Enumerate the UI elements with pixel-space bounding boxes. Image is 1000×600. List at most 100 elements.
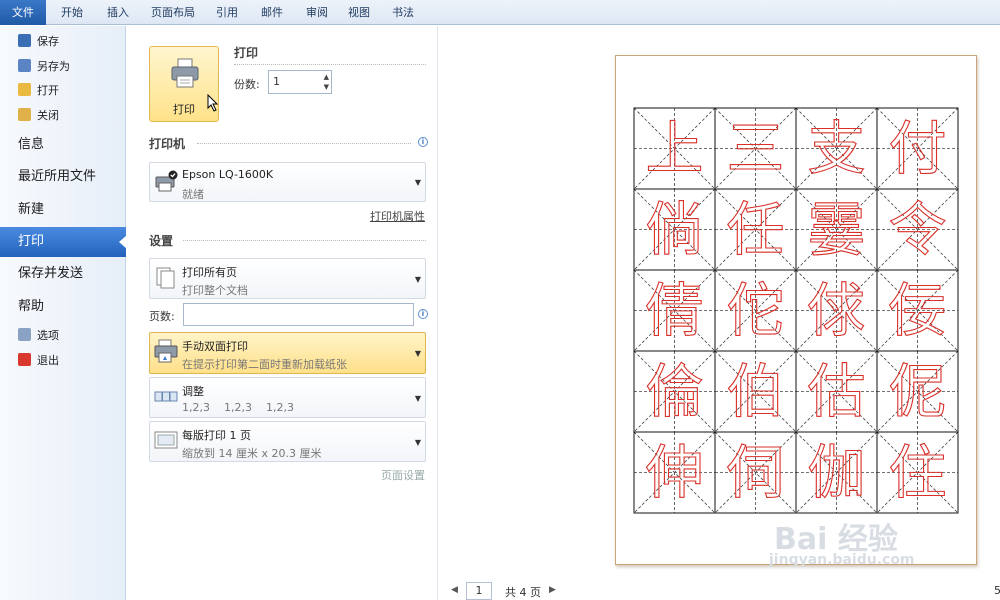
printer-name: Epson LQ-1600K — [182, 168, 274, 181]
nav-recent[interactable]: 最近所用文件 — [0, 162, 126, 192]
page-setup-link[interactable]: 页面设置 — [381, 467, 425, 483]
practice-character: 霎 — [807, 196, 865, 264]
nav-exit[interactable]: 退出 — [18, 350, 59, 372]
chevron-down-icon: ▼ — [414, 349, 421, 358]
pages-info-icon[interactable]: i — [418, 309, 428, 319]
ribbon-tab-bar: 文件 开始 插入 页面布局 引用 邮件 审阅 视图 书法 — [0, 0, 1000, 25]
tab-file[interactable]: 文件 — [0, 0, 46, 25]
practice-character: 佞 — [888, 277, 946, 345]
practice-character: 支 — [807, 115, 865, 183]
baidu-watermark-url: jingyan.baidu.com — [769, 552, 915, 568]
backstage-nav: 保存 另存为 打开 关闭 信息 最近所用文件 新建 打印 保存并发送 帮助 选项… — [0, 26, 127, 600]
nav-options[interactable]: 选项 — [18, 325, 59, 347]
nav-new[interactable]: 新建 — [0, 195, 126, 225]
calligraphy-grid: 上三支付倘任霎令倩佗俅佞倫伯估伲伸伺伽住 — [633, 107, 959, 514]
pages-label: 页数: — [149, 310, 175, 323]
practice-character: 伯 — [726, 358, 784, 426]
close-folder-icon — [18, 108, 31, 121]
nav-options-label: 选项 — [37, 329, 59, 342]
print-preview-pane: 上三支付倘任霎令倩佗俅佞倫伯估伲伸伺伽住 Bai 经验 jingyan.baid… — [439, 26, 1000, 600]
nav-print[interactable]: 打印 — [0, 227, 127, 257]
nav-save-as[interactable]: 另存为 — [18, 56, 70, 78]
nav-save-label: 保存 — [37, 35, 59, 48]
nav-close-label: 关闭 — [37, 109, 59, 122]
practice-character: 倘 — [645, 196, 703, 264]
pages-per-sheet-title: 每版打印 1 页 — [182, 429, 251, 442]
practice-character: 任 — [726, 196, 784, 264]
printer-icon — [171, 58, 199, 88]
practice-character: 三 — [726, 115, 784, 183]
print-range-sub: 打印整个文档 — [182, 284, 248, 297]
page-per-sheet-icon — [154, 431, 178, 449]
nav-exit-label: 退出 — [37, 354, 59, 367]
copies-value: 1 — [273, 75, 280, 88]
settings-header-divider — [183, 240, 426, 241]
exit-icon — [18, 353, 31, 366]
practice-character: 付 — [888, 115, 946, 183]
printer-info-icon[interactable]: i — [418, 137, 428, 147]
nav-save[interactable]: 保存 — [18, 31, 59, 53]
save-as-icon — [18, 59, 31, 72]
chevron-down-icon: ▼ — [414, 178, 421, 187]
practice-character: 倫 — [645, 358, 703, 426]
pages-per-sheet-sub: 缩放到 14 厘米 x 20.3 厘米 — [182, 447, 322, 460]
printer-ready-icon — [155, 170, 178, 192]
printer-header-divider — [197, 143, 411, 144]
tab-calligraphy[interactable]: 书法 — [383, 0, 423, 25]
nav-info[interactable]: 信息 — [0, 130, 126, 160]
print-range-select[interactable]: 打印所有页 打印整个文档 ▼ — [149, 258, 426, 299]
printer-select[interactable]: Epson LQ-1600K 就绪 ▼ — [149, 162, 426, 202]
pages-input[interactable] — [183, 303, 414, 326]
tab-view[interactable]: 视图 — [339, 0, 379, 25]
chevron-down-icon: ▼ — [414, 274, 421, 284]
duplex-select[interactable]: 手动双面打印 在提示打印第二面时重新加载纸张 ▼ — [149, 332, 426, 374]
practice-character: 佗 — [726, 277, 784, 345]
nav-open-label: 打开 — [37, 84, 59, 97]
print-header: 打印 — [234, 46, 259, 60]
tab-references[interactable]: 引用 — [207, 0, 247, 25]
settings-header: 设置 — [149, 234, 174, 248]
options-icon — [18, 328, 31, 341]
tab-insert[interactable]: 插入 — [98, 0, 138, 25]
practice-character: 伸 — [645, 439, 703, 507]
chevron-down-icon: ▼ — [414, 393, 421, 403]
copies-label: 份数: — [234, 78, 260, 91]
next-page-icon[interactable]: ▶ — [549, 585, 556, 595]
duplex-sub: 在提示打印第二面时重新加载纸张 — [182, 358, 347, 371]
chevron-down-icon: ▼ — [414, 437, 421, 447]
practice-character: 估 — [807, 358, 865, 426]
zoom-level: 5 — [994, 584, 1000, 597]
current-page-input[interactable]: 1 — [466, 582, 492, 600]
pages-per-sheet-select[interactable]: 每版打印 1 页 缩放到 14 厘米 x 20.3 厘米 ▼ — [149, 421, 426, 462]
tab-home[interactable]: 开始 — [52, 0, 92, 25]
total-pages: 共 4 页 — [505, 586, 541, 599]
printer-status: 就绪 — [182, 188, 204, 201]
nav-save-as-label: 另存为 — [37, 60, 70, 73]
duplex-title: 手动双面打印 — [182, 340, 248, 353]
nav-close[interactable]: 关闭 — [18, 105, 59, 127]
mouse-cursor-icon — [207, 94, 219, 112]
collate-select[interactable]: 调整 1,2,3 1,2,3 1,2,3 ▼ — [149, 377, 426, 418]
printer-properties-link[interactable]: 打印机属性 — [370, 208, 425, 224]
tab-review[interactable]: 审阅 — [297, 0, 337, 25]
stepper-down-icon[interactable]: ▼ — [324, 83, 329, 91]
printer-header: 打印机 — [149, 137, 186, 151]
preview-page: 上三支付倘任霎令倩佗俅佞倫伯估伲伸伺伽住 — [615, 55, 977, 565]
nav-save-send[interactable]: 保存并发送 — [0, 259, 126, 289]
collate-sub: 1,2,3 1,2,3 1,2,3 — [182, 401, 294, 414]
practice-character: 倩 — [645, 277, 703, 345]
collate-icon — [154, 391, 178, 402]
print-button[interactable]: 打印 — [149, 46, 219, 122]
save-icon — [18, 34, 31, 47]
print-range-title: 打印所有页 — [182, 266, 237, 279]
pages-icon — [156, 267, 175, 289]
nav-open[interactable]: 打开 — [18, 80, 59, 102]
nav-help[interactable]: 帮助 — [0, 292, 126, 322]
tab-page-layout[interactable]: 页面布局 — [144, 0, 202, 25]
copies-stepper[interactable]: 1 ▲ ▼ — [268, 70, 332, 94]
print-settings-panel: 打印 打印 份数: 1 ▲ ▼ 打印机 i Epson LQ-1600K 就绪 … — [127, 26, 438, 600]
tab-mailings[interactable]: 邮件 — [252, 0, 292, 25]
stepper-up-icon[interactable]: ▲ — [324, 73, 329, 81]
practice-character: 伺 — [726, 439, 784, 507]
prev-page-icon[interactable]: ◀ — [451, 585, 458, 595]
